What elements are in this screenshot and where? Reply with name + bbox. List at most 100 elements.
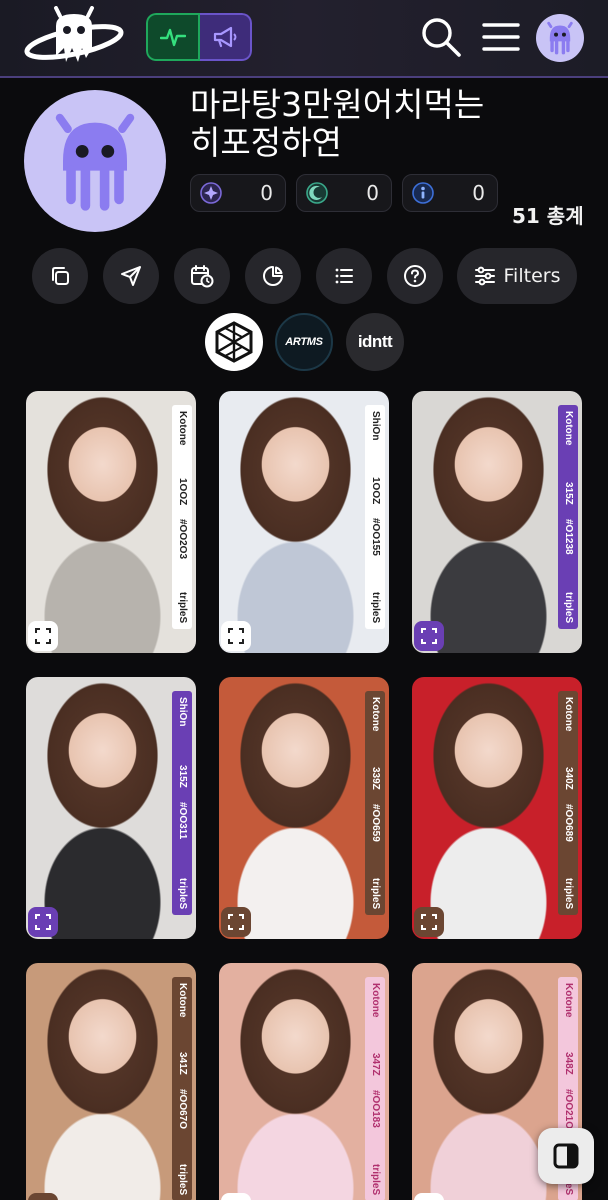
- objekt-card[interactable]: Kotone 347Z #OO183 tripleS: [219, 963, 389, 1200]
- objekt-number: #OO21O: [563, 1089, 574, 1130]
- objekt-member: Kotone: [370, 697, 381, 732]
- list-view-button[interactable]: [316, 248, 372, 304]
- moon-icon: [306, 182, 328, 204]
- objekt-group: tripleS: [370, 591, 381, 623]
- artist-chip-idntt[interactable]: idntt: [346, 313, 404, 371]
- stat-gravity[interactable]: 0: [190, 174, 286, 212]
- objekt-photo: [412, 391, 582, 653]
- objekt-member: Kotone: [370, 983, 381, 1018]
- objekt-season: 1OOZ: [177, 478, 188, 506]
- objekt-info-strip: ShiOn 1OOZ #OO155 tripleS: [365, 405, 385, 629]
- objekt-card[interactable]: ShiOn 315Z #OO311 tripleS: [26, 677, 196, 939]
- objekt-photo: [219, 391, 389, 653]
- objekt-number: #OO689: [563, 804, 574, 842]
- objekt-member: Kotone: [563, 697, 574, 732]
- objekt-card[interactable]: ShiOn 1OOZ #OO155 tripleS: [219, 391, 389, 653]
- objekt-card[interactable]: Kotone 339Z #OO659 tripleS: [219, 677, 389, 939]
- schedule-button[interactable]: [174, 248, 230, 304]
- stat-moon-value: 0: [366, 181, 379, 205]
- objekt-season: 315Z: [563, 482, 574, 506]
- objekt-member: Kotone: [563, 411, 574, 446]
- announcement-button[interactable]: [200, 13, 252, 61]
- objekt-card[interactable]: Kotone 340Z #OO689 tripleS: [412, 677, 582, 939]
- expand-button[interactable]: [221, 1193, 251, 1200]
- calendar-clock-icon: [191, 265, 214, 288]
- expand-button[interactable]: [414, 621, 444, 651]
- help-button[interactable]: [387, 248, 443, 304]
- expand-icon: [421, 914, 437, 930]
- idntt-wordmark: idntt: [357, 332, 393, 351]
- objekt-serial-group: 340Z #OO689: [562, 767, 574, 842]
- objekt-number: #OO183: [370, 1090, 381, 1128]
- stat-token-value: 0: [472, 181, 485, 205]
- objekt-serial-group: 341Z #OO67O: [176, 1052, 188, 1129]
- search-button[interactable]: [418, 14, 464, 60]
- objekt-info-strip: Kotone 339Z #OO659 tripleS: [365, 691, 385, 915]
- pie-chart-icon: [263, 266, 283, 286]
- objekt-member: ShiOn: [370, 411, 381, 441]
- jellyfish-avatar-icon: [547, 21, 573, 55]
- progress-button[interactable]: [245, 248, 301, 304]
- triples-cube-logo: [215, 321, 253, 363]
- objekt-serial-group: 1OOZ #OO155: [369, 477, 381, 556]
- collection-total: 51 총계: [512, 204, 584, 228]
- info-token-icon: [412, 182, 434, 204]
- account-avatar[interactable]: [536, 14, 584, 62]
- objekt-group: tripleS: [563, 591, 574, 623]
- search-icon: [422, 18, 461, 57]
- gravity-icon: [200, 182, 222, 204]
- objekt-member: ShiOn: [177, 697, 188, 727]
- artist-chip-artms[interactable]: ARTMS: [275, 313, 333, 371]
- expand-button[interactable]: [28, 621, 58, 651]
- panel-toggle-icon: [553, 1143, 579, 1169]
- objekt-season: 347Z: [370, 1053, 381, 1077]
- menu-button[interactable]: [478, 14, 524, 60]
- objekt-season: 348Z: [563, 1052, 574, 1076]
- expand-button[interactable]: [28, 1193, 58, 1200]
- sliders-icon: [474, 266, 495, 286]
- objekt-card[interactable]: Kotone 1OOZ #OO2O3 tripleS: [26, 391, 196, 653]
- objekt-photo: [26, 677, 196, 939]
- artist-chip-triples[interactable]: [205, 313, 263, 371]
- objekt-card[interactable]: Kotone 315Z #O1238 tripleS: [412, 391, 582, 653]
- expand-button[interactable]: [414, 1193, 444, 1200]
- stat-gravity-value: 0: [260, 181, 273, 205]
- filters-label: Filters: [503, 265, 561, 287]
- objekt-photo: [219, 677, 389, 939]
- planet-creature-logo[interactable]: [22, 6, 126, 72]
- objekt-group: tripleS: [563, 877, 574, 909]
- profile-username: 마라탕3만원어치먹는히포정하연: [190, 85, 485, 162]
- objekt-card[interactable]: Kotone 341Z #OO67O tripleS: [26, 963, 196, 1200]
- objekt-season: 341Z: [177, 1052, 188, 1076]
- expand-icon: [421, 628, 437, 644]
- filters-button[interactable]: Filters: [457, 248, 577, 304]
- profile-avatar: [24, 90, 166, 232]
- expand-icon: [35, 914, 51, 930]
- objekt-info-strip: ShiOn 315Z #OO311 tripleS: [172, 691, 192, 915]
- expand-button[interactable]: [221, 621, 251, 651]
- stat-moon[interactable]: 0: [296, 174, 392, 212]
- objekt-number: #OO67O: [177, 1089, 188, 1130]
- expand-button[interactable]: [28, 907, 58, 937]
- send-button[interactable]: [103, 248, 159, 304]
- objekt-number: #OO2O3: [177, 519, 188, 560]
- pulse-icon: [160, 28, 186, 47]
- stat-token[interactable]: 0: [402, 174, 498, 212]
- objekt-group: tripleS: [177, 591, 188, 623]
- activity-button[interactable]: [146, 13, 200, 61]
- expand-button[interactable]: [414, 907, 444, 937]
- objekt-season: 340Z: [563, 767, 574, 791]
- objekt-serial-group: 347Z #OO183: [369, 1053, 381, 1128]
- copy-icon: [52, 267, 69, 285]
- panel-toggle-button[interactable]: [538, 1128, 594, 1184]
- copy-button[interactable]: [32, 248, 88, 304]
- expand-icon: [35, 628, 51, 644]
- objekt-info-strip: Kotone 315Z #O1238 tripleS: [558, 405, 578, 629]
- objekt-season: 339Z: [370, 767, 381, 791]
- objekt-photo: [26, 963, 196, 1200]
- objekt-season: 315Z: [177, 765, 188, 788]
- objekt-group: tripleS: [370, 1163, 381, 1195]
- objekt-number: #OO155: [370, 517, 381, 556]
- expand-button[interactable]: [221, 907, 251, 937]
- objekt-number: #OO659: [370, 804, 381, 842]
